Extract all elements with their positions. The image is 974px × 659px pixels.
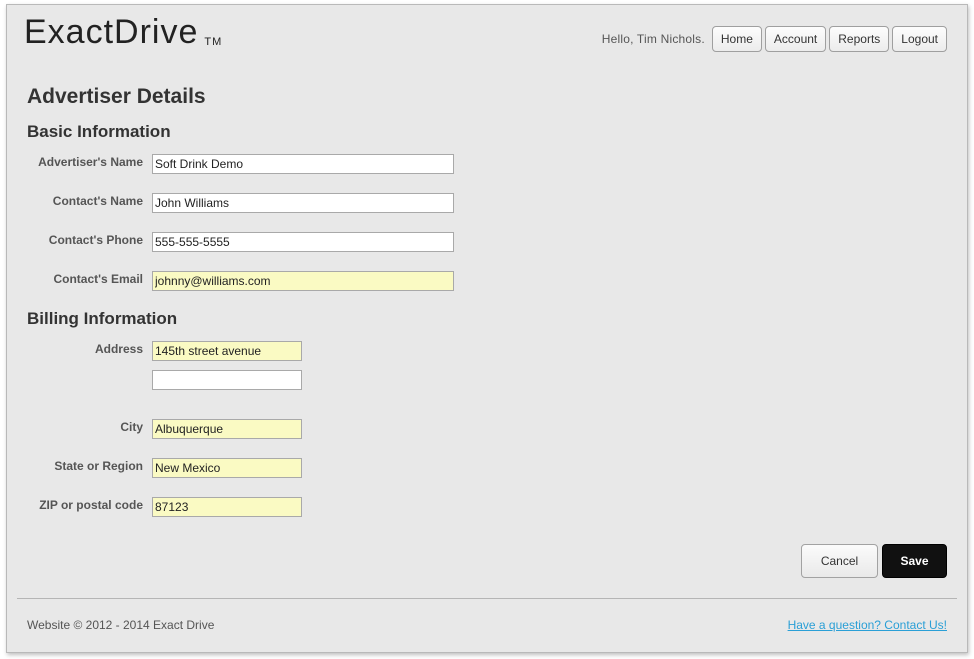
footer-divider xyxy=(17,598,957,599)
contact-email-row: Contact's Email xyxy=(7,271,454,291)
contact-name-row: Contact's Name xyxy=(7,193,454,213)
basic-information-heading: Basic Information xyxy=(27,122,171,141)
city-input[interactable] xyxy=(152,419,302,439)
contact-phone-label: Contact's Phone xyxy=(48,233,143,247)
logo-text: ExactDrive xyxy=(24,13,199,51)
state-input[interactable] xyxy=(152,458,302,478)
state-label: State or Region xyxy=(54,459,143,473)
address-label: Address xyxy=(94,342,143,356)
contact-phone-input[interactable] xyxy=(152,232,454,252)
state-row: State or Region xyxy=(7,458,302,478)
top-navigation: Hello, Tim Nichols. Home Account Reports… xyxy=(602,26,947,52)
advertiser-name-input[interactable] xyxy=(152,154,454,174)
logo: ExactDrive TM xyxy=(24,13,222,51)
zip-input[interactable] xyxy=(152,497,302,517)
cancel-button[interactable]: Cancel xyxy=(801,544,878,578)
address-line2-row xyxy=(7,370,302,390)
nav-account-button[interactable]: Account xyxy=(764,26,827,52)
logo-trademark: TM xyxy=(204,36,223,48)
address-line1-input[interactable] xyxy=(152,341,302,361)
contact-name-label: Contact's Name xyxy=(52,194,143,208)
billing-information-heading: Billing Information xyxy=(27,309,178,328)
city-row: City xyxy=(7,419,302,439)
save-button[interactable]: Save xyxy=(882,544,947,578)
page-title: Advertiser Details xyxy=(27,85,206,108)
nav-logout-button[interactable]: Logout xyxy=(892,26,947,52)
app-window: ExactDrive TM Hello, Tim Nichols. Home A… xyxy=(6,4,968,653)
contact-phone-row: Contact's Phone xyxy=(7,232,454,252)
advertiser-name-row: Advertiser's Name xyxy=(7,154,454,174)
contact-us-link[interactable]: Have a question? Contact Us! xyxy=(788,618,947,632)
advertiser-name-label: Advertiser's Name xyxy=(38,155,143,169)
contact-email-input[interactable] xyxy=(152,271,454,291)
contact-name-input[interactable] xyxy=(152,193,454,213)
copyright-text: Website © 2012 - 2014 Exact Drive xyxy=(27,618,215,632)
address-row: Address xyxy=(7,341,302,361)
nav-reports-button[interactable]: Reports xyxy=(829,26,890,52)
city-label: City xyxy=(120,420,143,434)
nav-home-button[interactable]: Home xyxy=(711,26,762,52)
user-greeting: Hello, Tim Nichols. xyxy=(601,32,705,46)
zip-label: ZIP or postal code xyxy=(39,498,143,512)
address-line2-input[interactable] xyxy=(152,370,302,390)
zip-row: ZIP or postal code xyxy=(7,497,302,517)
contact-email-label: Contact's Email xyxy=(53,272,143,286)
